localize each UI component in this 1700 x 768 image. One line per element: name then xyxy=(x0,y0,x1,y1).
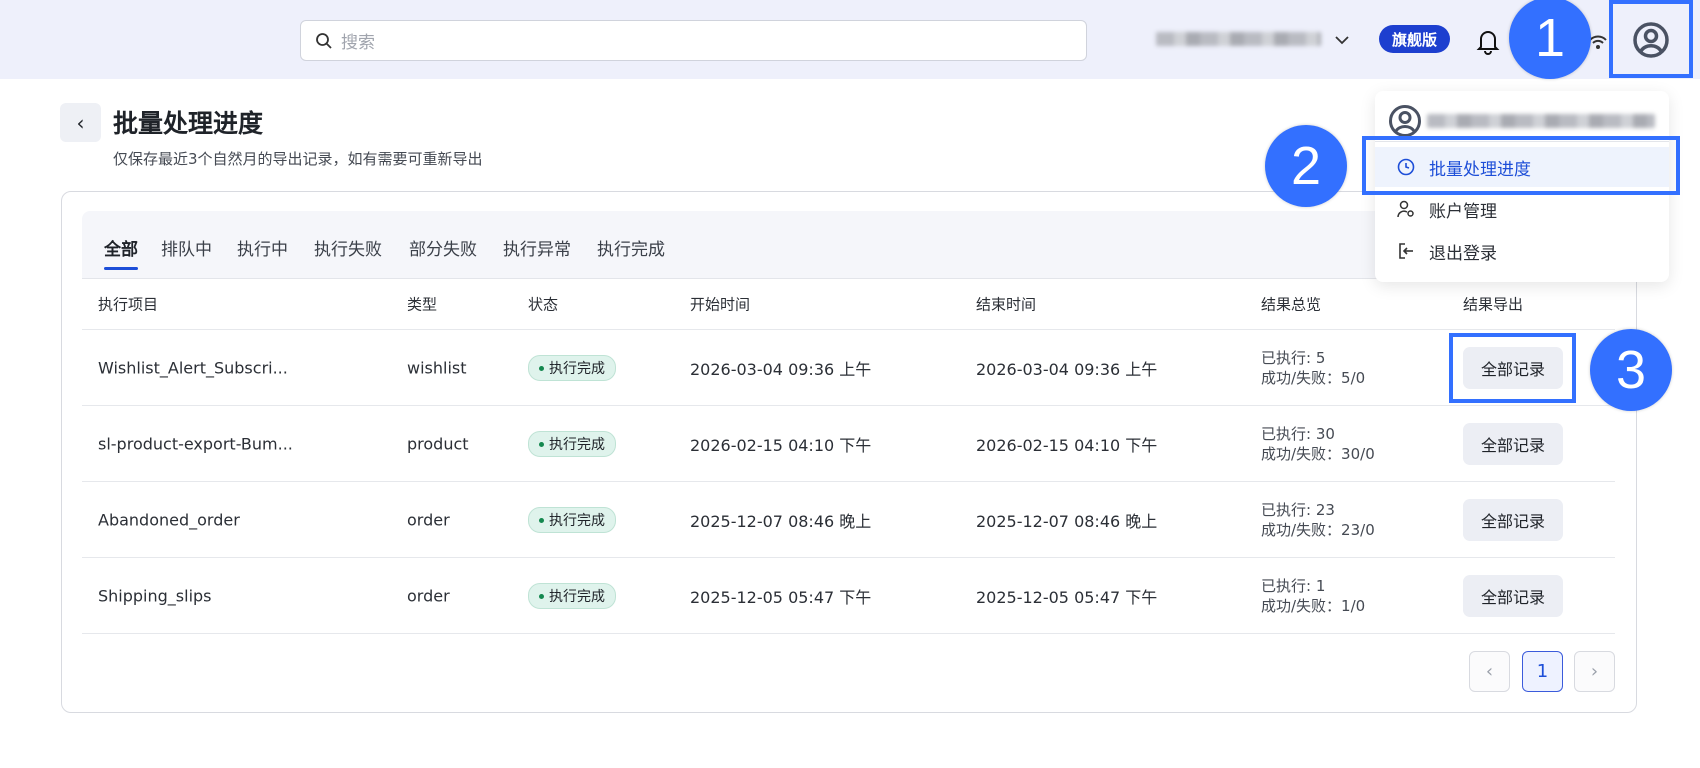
menu-item-label: 退出登录 xyxy=(1429,243,1497,264)
item-type: wishlist xyxy=(407,358,467,377)
user-email-blurred xyxy=(1427,114,1655,128)
column-header-result: 结果总览 xyxy=(1261,295,1322,314)
start-time: 2026-02-15 04:10 下午 xyxy=(690,435,872,455)
tab-completed[interactable]: 执行完成 xyxy=(597,235,665,260)
result-summary: 已执行: 1 成功/失败：1/0 xyxy=(1261,576,1365,616)
column-header-type: 类型 xyxy=(407,295,438,314)
plan-badge: 旗舰版 xyxy=(1379,25,1450,53)
success-fail-count: 成功/失败：23/0 xyxy=(1261,520,1375,539)
executed-count: 已执行: 30 xyxy=(1261,424,1335,443)
back-button[interactable]: ‹ xyxy=(60,103,101,142)
item-type: order xyxy=(407,510,450,529)
executed-count: 已执行: 5 xyxy=(1261,348,1326,367)
next-page-button[interactable]: › xyxy=(1574,651,1615,692)
bell-icon[interactable] xyxy=(1476,27,1500,55)
store-name-blurred[interactable] xyxy=(1156,32,1321,46)
tab-all[interactable]: 全部 xyxy=(104,235,138,270)
table-row: sl-product-export-Bum... product 执行完成 20… xyxy=(82,406,1615,482)
column-header-item: 执行项目 xyxy=(98,295,159,314)
page-title: 批量处理进度 xyxy=(113,109,264,138)
end-time: 2026-02-15 04:10 下午 xyxy=(976,435,1158,455)
table-row: Wishlist_Alert_Subscri... wishlist 执行完成 … xyxy=(82,330,1615,406)
all-records-button[interactable]: 全部记录 xyxy=(1463,498,1563,541)
executed-count: 已执行: 23 xyxy=(1261,500,1335,519)
item-type: order xyxy=(407,586,450,605)
status-badge: 执行完成 xyxy=(528,430,616,457)
menu-item-logout[interactable]: 退出登录 xyxy=(1375,231,1669,271)
tab-running[interactable]: 执行中 xyxy=(237,235,288,260)
table-row: Abandoned_order order 执行完成 2025-12-07 08… xyxy=(82,482,1615,558)
start-time: 2025-12-05 05:47 下午 xyxy=(690,587,872,607)
status-badge: 执行完成 xyxy=(528,354,616,381)
annotation-3: 3 xyxy=(1590,329,1672,411)
executed-count: 已执行: 1 xyxy=(1261,576,1326,595)
end-time: 2025-12-05 05:47 下午 xyxy=(976,587,1158,607)
tab-exception[interactable]: 执行异常 xyxy=(503,235,571,260)
tab-queued[interactable]: 排队中 xyxy=(161,235,212,260)
end-time: 2025-12-07 08:46 晚上 xyxy=(976,511,1158,531)
chevron-left-icon: ‹ xyxy=(76,110,85,135)
prev-page-button[interactable]: ‹ xyxy=(1469,651,1510,692)
success-fail-count: 成功/失败：5/0 xyxy=(1261,368,1366,387)
item-name: Wishlist_Alert_Subscri... xyxy=(98,358,288,377)
annotation-highlight-button xyxy=(1449,333,1576,403)
all-records-button[interactable]: 全部记录 xyxy=(1463,574,1563,617)
menu-item-account[interactable]: 账户管理 xyxy=(1375,189,1669,229)
menu-item-label: 账户管理 xyxy=(1429,201,1497,222)
start-time: 2025-12-07 08:46 晚上 xyxy=(690,511,872,531)
user-settings-icon xyxy=(1397,200,1414,218)
item-type: product xyxy=(407,434,469,453)
table-header: 执行项目 类型 状态 开始时间 结束时间 结果总览 结果导出 xyxy=(82,279,1615,330)
table-row: Shipping_slips order 执行完成 2025-12-05 05:… xyxy=(82,558,1615,634)
column-header-status: 状态 xyxy=(528,295,559,314)
search-input[interactable]: 搜索 xyxy=(300,20,1087,61)
column-header-end: 结束时间 xyxy=(976,295,1037,314)
search-placeholder: 搜索 xyxy=(341,33,375,53)
logout-icon xyxy=(1399,243,1413,259)
tab-failed[interactable]: 执行失败 xyxy=(314,235,382,260)
result-summary: 已执行: 30 成功/失败：30/0 xyxy=(1261,424,1375,464)
chevron-down-icon[interactable] xyxy=(1334,34,1350,46)
result-summary: 已执行: 23 成功/失败：23/0 xyxy=(1261,500,1375,540)
wifi-icon xyxy=(1589,35,1607,49)
annotation-1: 1 xyxy=(1509,0,1591,79)
start-time: 2026-03-04 09:36 上午 xyxy=(690,359,872,379)
item-name: Shipping_slips xyxy=(98,586,212,605)
column-header-start: 开始时间 xyxy=(690,295,751,314)
column-header-export: 结果导出 xyxy=(1463,295,1524,314)
user-avatar-icon xyxy=(1389,105,1421,137)
page-1-button[interactable]: 1 xyxy=(1522,651,1563,692)
status-badge: 执行完成 xyxy=(528,582,616,609)
item-name: sl-product-export-Bum... xyxy=(98,434,293,453)
tab-partial-failed[interactable]: 部分失败 xyxy=(409,235,477,260)
status-badge: 执行完成 xyxy=(528,506,616,533)
annotation-highlight-menu-item xyxy=(1362,136,1680,195)
all-records-button[interactable]: 全部记录 xyxy=(1463,422,1563,465)
page-subtitle: 仅保存最近3个自然月的导出记录，如有需要可重新导出 xyxy=(113,150,483,168)
success-fail-count: 成功/失败：30/0 xyxy=(1261,444,1375,463)
item-name: Abandoned_order xyxy=(98,510,240,529)
annotation-highlight-avatar xyxy=(1609,0,1693,78)
search-icon xyxy=(316,32,332,49)
result-summary: 已执行: 5 成功/失败：5/0 xyxy=(1261,348,1365,388)
annotation-2: 2 xyxy=(1265,125,1347,207)
success-fail-count: 成功/失败：1/0 xyxy=(1261,596,1366,615)
end-time: 2026-03-04 09:36 上午 xyxy=(976,359,1158,379)
